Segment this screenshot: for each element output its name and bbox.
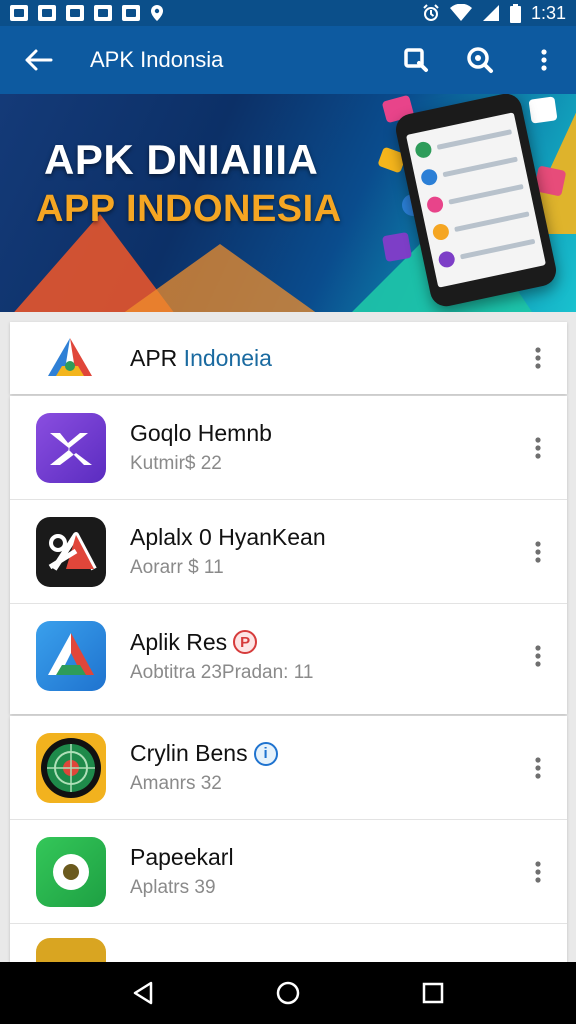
nav-recents-button[interactable] bbox=[403, 968, 463, 1018]
app-tile-icon bbox=[381, 231, 413, 263]
black-app-icon bbox=[36, 516, 106, 587]
signal-icon bbox=[482, 5, 499, 21]
alarm-icon bbox=[423, 4, 439, 21]
app-title: Aplik Res bbox=[130, 628, 228, 655]
status-time: 1:31 bbox=[530, 2, 566, 23]
app-title: Crylin Bens bbox=[130, 740, 248, 766]
triangle-logo-icon bbox=[48, 338, 92, 376]
featured-app-menu-button[interactable] bbox=[509, 328, 567, 388]
search-zoom-icon bbox=[467, 47, 493, 73]
app-subtitle: Aplatrs 39 bbox=[130, 877, 216, 898]
nav-home-button[interactable] bbox=[258, 968, 318, 1018]
page-title: APK Indonsia bbox=[90, 47, 224, 72]
banner-decoration bbox=[80, 244, 360, 312]
battery-icon bbox=[509, 3, 521, 23]
status-bar: 1:31 bbox=[0, 0, 576, 26]
nav-home-icon bbox=[276, 981, 300, 1005]
radar-app-icon bbox=[36, 732, 106, 803]
sync-icon bbox=[94, 5, 112, 21]
app-tile-icon bbox=[528, 96, 558, 124]
nav-back-icon bbox=[133, 981, 152, 1005]
app-subtitle: Amanrs 32 bbox=[130, 773, 222, 794]
purple-app-icon bbox=[36, 412, 106, 483]
back-arrow-icon bbox=[25, 49, 53, 71]
search-button[interactable] bbox=[384, 26, 448, 94]
more-vert-icon bbox=[535, 436, 541, 459]
more-vert-icon bbox=[535, 860, 541, 883]
promo-banner[interactable]: APK DNIAIIIA APP INDONESIA bbox=[0, 94, 576, 312]
green-dot-app-icon bbox=[36, 836, 106, 907]
info-badge-icon: i bbox=[253, 741, 278, 766]
featured-app-name-part2: Indoneia bbox=[177, 344, 272, 371]
item-menu-button[interactable] bbox=[509, 626, 567, 686]
item-menu-button[interactable] bbox=[509, 418, 567, 478]
item-menu-button[interactable] bbox=[509, 738, 567, 798]
blue-triangle-app-icon bbox=[36, 621, 106, 691]
system-nav-bar bbox=[0, 962, 576, 1024]
item-menu-button[interactable] bbox=[509, 522, 567, 582]
app-list-section-2: Crylin Bens i Amanrs 32 Papeekarl Aplatrs… bbox=[10, 716, 567, 966]
pinned-badge-icon: P bbox=[233, 630, 258, 654]
nav-back-button[interactable] bbox=[113, 968, 173, 1018]
overflow-menu-button[interactable] bbox=[512, 26, 576, 94]
app-bar: APK Indonsia bbox=[0, 26, 576, 94]
banner-headline: APK DNIAIIIA bbox=[44, 136, 319, 183]
app-title: Aplalx 0 HyanKean bbox=[130, 524, 326, 550]
app-title: Papeekarl bbox=[130, 844, 234, 870]
more-vert-icon bbox=[535, 756, 541, 779]
apk-logo bbox=[10, 322, 130, 394]
list-item[interactable]: Aplalx 0 HyanKean Aorarr $ 11 bbox=[10, 500, 567, 604]
nav-recents-icon bbox=[423, 982, 444, 1004]
app-subtitle: Aobtitra 23Pradan: 11 bbox=[130, 661, 314, 683]
app-title: Goqlo Hemnb bbox=[130, 420, 272, 446]
app-subtitle: Aorarr $ 11 bbox=[130, 557, 224, 578]
photo-icon bbox=[38, 5, 56, 21]
message-icon bbox=[122, 5, 140, 21]
more-vert-icon bbox=[535, 540, 541, 563]
app-list-section-1: Goqlo Hemnb Kutmir$ 22 Aplalx 0 HyanKean… bbox=[10, 396, 567, 714]
featured-app-name-part1: APR bbox=[130, 344, 178, 371]
notification-icon bbox=[10, 5, 28, 21]
featured-app-row[interactable]: APR Indoneia bbox=[10, 322, 567, 394]
app-subtitle: Kutmir$ 22 bbox=[130, 453, 222, 474]
banner-subheadline: APP INDONESIA bbox=[36, 188, 342, 230]
wifi-icon bbox=[449, 4, 472, 21]
download-icon bbox=[66, 5, 84, 21]
more-vert-icon bbox=[541, 49, 547, 71]
list-item[interactable]: Goqlo Hemnb Kutmir$ 22 bbox=[10, 396, 567, 500]
list-item[interactable]: Aplik Res P Aobtitra 23Pradan: 11 bbox=[10, 604, 567, 708]
list-item[interactable]: Crylin Bens i Amanrs 32 bbox=[10, 716, 567, 820]
location-icon bbox=[151, 5, 163, 21]
back-button[interactable] bbox=[0, 26, 76, 94]
list-item[interactable]: Papeekarl Aplatrs 39 bbox=[10, 820, 567, 924]
more-vert-icon bbox=[535, 347, 541, 369]
search-icon bbox=[404, 48, 428, 72]
notification-icons bbox=[10, 4, 164, 22]
item-menu-button[interactable] bbox=[509, 842, 567, 902]
featured-app-name: APR Indoneia bbox=[130, 345, 509, 372]
list-item-partial[interactable] bbox=[10, 924, 567, 966]
search-zoom-button[interactable] bbox=[448, 26, 512, 94]
more-vert-icon bbox=[535, 645, 541, 667]
